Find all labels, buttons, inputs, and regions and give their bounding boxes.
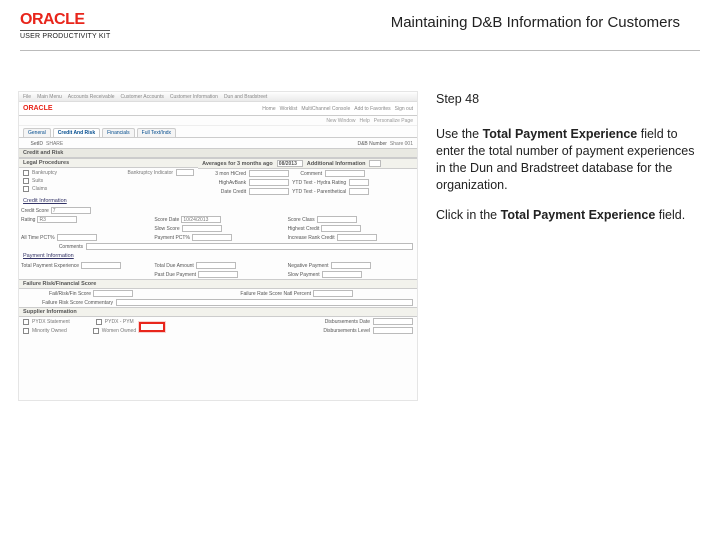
fail-score-input[interactable] <box>93 290 133 297</box>
tab-bar: General Credit And Risk Financials Full … <box>19 126 417 138</box>
brand-bar: ORACLE Home Worklist MultiChannel Consol… <box>19 102 417 116</box>
alltime-pct-input[interactable] <box>57 234 97 241</box>
inc-rank-input[interactable] <box>337 234 377 241</box>
nav-link[interactable]: Sign out <box>395 106 413 112</box>
payment-info-head: Payment Information <box>19 251 417 261</box>
dbnum-value: Share 001 <box>390 141 413 147</box>
instruction-panel: Step 48 Use the Total Payment Experience… <box>436 91 700 401</box>
util-link[interactable]: New Window <box>326 118 355 124</box>
neg-payment-input[interactable] <box>331 262 371 269</box>
total-payment-experience-input[interactable] <box>81 262 121 269</box>
slow-score-input[interactable] <box>182 225 222 232</box>
tab-full-text[interactable]: Full Text/Indx <box>137 128 176 137</box>
upk-subtitle: USER PRODUCTIVITY KIT <box>20 30 110 40</box>
step-label: Step 48 <box>436 91 700 108</box>
tab-financials[interactable]: Financials <box>102 128 135 137</box>
legal-row: Bankruptcy Bankruptcy Indicator <box>19 168 198 177</box>
total-due-input[interactable] <box>196 262 236 269</box>
tab-credit-risk[interactable]: Credit And Risk <box>53 128 100 137</box>
crumb: Customer Accounts <box>121 94 164 100</box>
payment-pct-input[interactable] <box>192 234 232 241</box>
fail-natl-input[interactable] <box>313 290 353 297</box>
instruction-text-1: Use the Total Payment Experience field t… <box>436 126 700 194</box>
credit-info-head: Credit Information <box>19 196 417 206</box>
past-due-input[interactable] <box>198 271 238 278</box>
brand-logo: ORACLE USER PRODUCTIVITY KIT <box>20 12 110 40</box>
page-title: Maintaining D&B Information for Customer… <box>110 12 700 31</box>
mini-oracle-logo: ORACLE <box>23 105 53 112</box>
breadcrumb-bar: File Main Menu Accounts Receivable Custo… <box>19 92 417 102</box>
highest-credit-input[interactable] <box>321 225 361 232</box>
crumb: Main Menu <box>37 94 62 100</box>
comments-input[interactable] <box>86 243 413 250</box>
nav-link[interactable]: Home <box>262 106 275 112</box>
score-date-input[interactable]: 10/24/2013 <box>181 216 221 223</box>
crumb: Dun and Bradstreet <box>224 94 267 100</box>
checkbox-icon[interactable] <box>93 328 99 334</box>
legal-head: Legal Procedures <box>19 158 198 168</box>
crumb: Accounts Receivable <box>68 94 115 100</box>
checkbox-icon[interactable] <box>23 186 29 192</box>
hi-cred-input[interactable] <box>249 170 289 177</box>
rating-input[interactable]: R3 <box>37 216 77 223</box>
util-link[interactable]: Personalize Page <box>374 118 413 124</box>
comment-input[interactable] <box>325 170 365 177</box>
avg-row: Date Credit YTD Text - Parenthetical <box>198 187 417 196</box>
util-link[interactable]: Help <box>360 118 370 124</box>
instruction-text-2: Click in the Total Payment Experience fi… <box>436 207 700 224</box>
checkbox-icon[interactable] <box>23 319 29 325</box>
supplier-row: PYDX Statement PYDX - PYM Disbursements … <box>19 317 417 326</box>
oracle-wordmark: ORACLE <box>20 12 85 28</box>
legal-row: Suits <box>19 177 198 185</box>
instruction-highlight <box>139 322 165 332</box>
avg-addl-input[interactable] <box>369 160 381 167</box>
nav-link[interactable]: Add to Favorites <box>354 106 390 112</box>
section-credit-risk: Credit and Risk <box>19 148 417 158</box>
dbnum-label: D&B Number <box>347 141 387 147</box>
crumb: Customer Information <box>170 94 218 100</box>
crumb: File <box>23 94 31 100</box>
avg-head: Averages for 3 months ago 08/2013 Additi… <box>198 158 417 169</box>
slow-payment-input[interactable] <box>322 271 362 278</box>
credit-score-input[interactable]: 7 <box>51 207 91 214</box>
info-row: SetID SHARE D&B Number Share 001 <box>19 138 417 148</box>
score-class-input[interactable] <box>317 216 357 223</box>
fail-commentary-input[interactable] <box>116 299 413 306</box>
nav-link[interactable]: Worklist <box>280 106 298 112</box>
supplier-head: Supplier Information <box>19 307 417 317</box>
avbank-input[interactable] <box>249 179 289 186</box>
tab-general[interactable]: General <box>23 128 51 137</box>
setid-value: SHARE <box>46 141 63 147</box>
failure-head: Failure Risk/Financial Score <box>19 279 417 289</box>
checkbox-icon[interactable] <box>23 178 29 184</box>
disb-level-input[interactable] <box>373 327 413 334</box>
checkbox-icon[interactable] <box>23 328 29 334</box>
legal-row: Claims <box>19 185 198 193</box>
date-credit-input[interactable] <box>249 188 289 195</box>
utility-bar: New Window Help Personalize Page <box>19 116 417 126</box>
avg-row: HighAvBank YTD Text - Hydra Rating <box>198 178 417 187</box>
checkbox-icon[interactable] <box>96 319 102 325</box>
disb-date-input[interactable] <box>373 318 413 325</box>
nav-link[interactable]: MultiChannel Console <box>301 106 350 112</box>
supplier-row: Minority Owned Women Owned Disbursements… <box>19 326 417 335</box>
app-screenshot: File Main Menu Accounts Receivable Custo… <box>18 91 418 401</box>
paren-input[interactable] <box>349 188 369 195</box>
bankruptcy-ind-input[interactable] <box>176 169 194 176</box>
hydra-input[interactable] <box>349 179 369 186</box>
avg-date-input[interactable]: 08/2013 <box>277 160 303 167</box>
checkbox-icon[interactable] <box>23 170 29 176</box>
avg-row: 3 mon HiCred Comment <box>198 169 417 178</box>
setid-label: SetID <box>23 141 43 147</box>
